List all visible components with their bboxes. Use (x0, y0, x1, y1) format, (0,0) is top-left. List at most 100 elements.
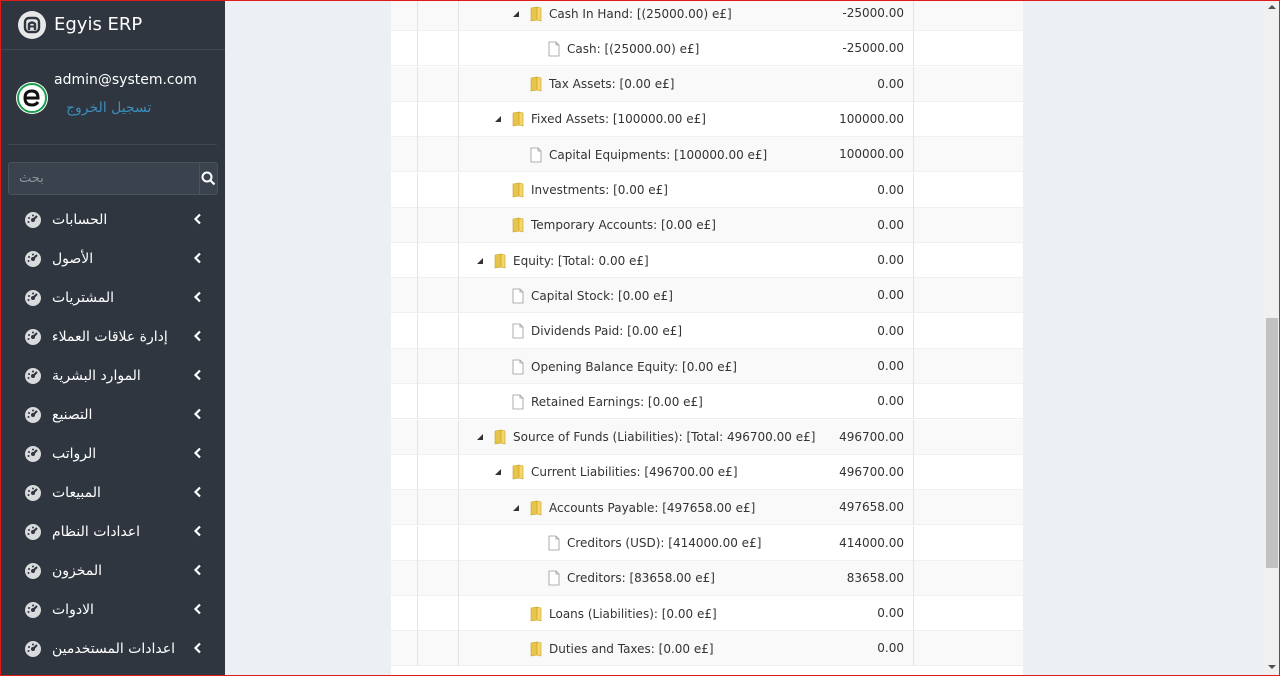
column-divider (913, 31, 914, 67)
account-amount: 0.00 (877, 253, 904, 268)
account-label: Cash In Hand: [(25000.00) e£] (549, 6, 732, 21)
chevron-left-icon (193, 369, 201, 381)
sidebar-item-2[interactable]: الأصول (0, 239, 225, 278)
sidebar-item-8[interactable]: المبيعات (0, 473, 225, 512)
sidebar-item-4[interactable]: إدارة علاقات العملاء (0, 317, 225, 356)
column-divider (913, 525, 914, 561)
folder-icon (512, 182, 524, 198)
tree-row[interactable]: Dividends Paid: [0.00 e£] 0.00 (391, 313, 1023, 349)
tree-row[interactable]: Accounts Payable: [497658.00 e£] 497658.0… (391, 490, 1023, 526)
brand[interactable]: Egyis ERP (0, 0, 225, 50)
column-divider (458, 419, 459, 455)
column-divider (458, 490, 459, 526)
tree-row[interactable]: Fixed Assets: [100000.00 e£] 100000.00 (391, 101, 1023, 137)
brand-logo-icon (18, 10, 46, 39)
tree-row[interactable]: Creditors: [83658.00 e£] 83658.00 (391, 560, 1023, 596)
toggle-spacer (511, 644, 521, 654)
tree-row[interactable]: Loans (Liabilities): [0.00 e£] 0.00 (391, 596, 1023, 632)
file-icon (530, 147, 542, 163)
tree-row[interactable]: Capital Stock: [0.00 e£] 0.00 (391, 278, 1023, 314)
file-icon (512, 394, 524, 410)
expanded-toggle-icon[interactable] (475, 432, 485, 442)
expanded-toggle-icon[interactable] (493, 114, 503, 124)
dashboard-icon (25, 445, 41, 462)
sidebar-item-12[interactable]: اعدادات المستخدمين (0, 629, 225, 668)
column-divider (458, 384, 459, 420)
expanded-toggle-icon[interactable] (511, 503, 521, 513)
sidebar-item-1[interactable]: الحسابات (0, 200, 225, 239)
account-label: Accounts Payable: [497658.00 e£] (549, 500, 756, 515)
dashboard-icon (25, 250, 41, 267)
chevron-left-icon (193, 330, 201, 342)
column-divider (417, 313, 418, 349)
column-divider (458, 454, 459, 490)
logout-link[interactable]: تسجيل الخروج (66, 100, 151, 116)
column-divider (458, 596, 459, 632)
column-divider (458, 278, 459, 314)
account-amount: 100000.00 (839, 147, 904, 162)
column-divider (458, 101, 459, 137)
scroll-down-icon[interactable] (1268, 663, 1276, 671)
column-divider (417, 454, 418, 490)
toggle-spacer (511, 150, 521, 160)
tree-row[interactable]: Capital Equipments: [100000.00 e£] 100000… (391, 137, 1023, 173)
sidebar-item-6[interactable]: التصنيع (0, 395, 225, 434)
folder-icon (494, 429, 506, 445)
toggle-spacer (493, 397, 503, 407)
tree-row[interactable]: Source of Funds (Liabilities): [Total: 4… (391, 419, 1023, 455)
scrollbar-thumb[interactable] (1266, 318, 1278, 568)
sidebar-item-label: المخزون (52, 562, 103, 579)
folder-icon (530, 76, 542, 92)
account-label: Creditors: [83658.00 e£] (567, 571, 715, 586)
tree-row[interactable]: Opening Balance Equity: [0.00 e£] 0.00 (391, 349, 1023, 384)
column-divider (913, 349, 914, 384)
vertical-scrollbar[interactable] (1264, 0, 1280, 676)
tree-row[interactable]: Cash: [(25000.00) e£] -25000.00 (391, 31, 1023, 67)
column-divider (417, 631, 418, 667)
dashboard-icon (25, 367, 41, 384)
tree-row[interactable]: Creditors (USD): [414000.00 e£] 414000.00 (391, 525, 1023, 561)
account-label: Source of Funds (Liabilities): [Total: 4… (513, 430, 816, 445)
sidebar-item-3[interactable]: المشتريات (0, 278, 225, 317)
sidebar-item-label: الرواتب (52, 445, 97, 462)
column-divider (913, 278, 914, 314)
column-divider (458, 66, 459, 102)
column-divider (417, 419, 418, 455)
sidebar-item-label: المبيعات (52, 484, 101, 501)
file-icon (512, 288, 524, 304)
toggle-spacer (493, 185, 503, 195)
folder-icon (530, 641, 542, 657)
user-email: admin@system.com (54, 72, 197, 88)
expanded-toggle-icon[interactable] (493, 467, 503, 477)
expanded-toggle-icon[interactable] (511, 9, 521, 19)
sidebar-item-10[interactable]: المخزون (0, 551, 225, 590)
account-amount: 0.00 (877, 76, 904, 91)
sidebar-item-7[interactable]: الرواتب (0, 434, 225, 473)
tree-row[interactable]: Investments: [0.00 e£] 0.00 (391, 172, 1023, 208)
search-button[interactable] (199, 163, 217, 194)
chevron-left-icon (193, 447, 201, 459)
file-icon (548, 570, 560, 586)
column-divider (913, 0, 914, 31)
sidebar-item-5[interactable]: الموارد البشرية (0, 356, 225, 395)
tree-row[interactable]: Tax Assets: [0.00 e£] 0.00 (391, 66, 1023, 102)
tree-row[interactable]: Retained Earnings: [0.00 e£] 0.00 (391, 384, 1023, 420)
tree-row[interactable]: Cash In Hand: [(25000.00) e£] -25000.00 (391, 0, 1023, 31)
scroll-up-icon[interactable] (1268, 3, 1276, 11)
tree-row[interactable]: Duties and Taxes: [0.00 e£] 0.00 (391, 631, 1023, 667)
sidebar-item-11[interactable]: الادوات (0, 590, 225, 629)
account-label: Capital Equipments: [100000.00 e£] (549, 147, 768, 162)
search-input[interactable] (9, 163, 199, 194)
tree-row[interactable]: Temporary Accounts: [0.00 e£] 0.00 (391, 207, 1023, 243)
chevron-left-icon (193, 603, 201, 615)
toggle-spacer (511, 79, 521, 89)
app-title: Egyis ERP (54, 14, 143, 35)
dashboard-icon (25, 289, 41, 306)
column-divider (913, 137, 914, 173)
folder-icon (494, 253, 506, 268)
expanded-toggle-icon[interactable] (475, 256, 485, 266)
sidebar-item-9[interactable]: اعدادات النظام (0, 512, 225, 551)
tree-row[interactable]: Current Liabilities: [496700.00 e£] 49670… (391, 454, 1023, 490)
tree-row[interactable]: Equity: [Total: 0.00 e£] 0.00 (391, 243, 1023, 279)
account-label: Retained Earnings: [0.00 e£] (531, 394, 703, 409)
